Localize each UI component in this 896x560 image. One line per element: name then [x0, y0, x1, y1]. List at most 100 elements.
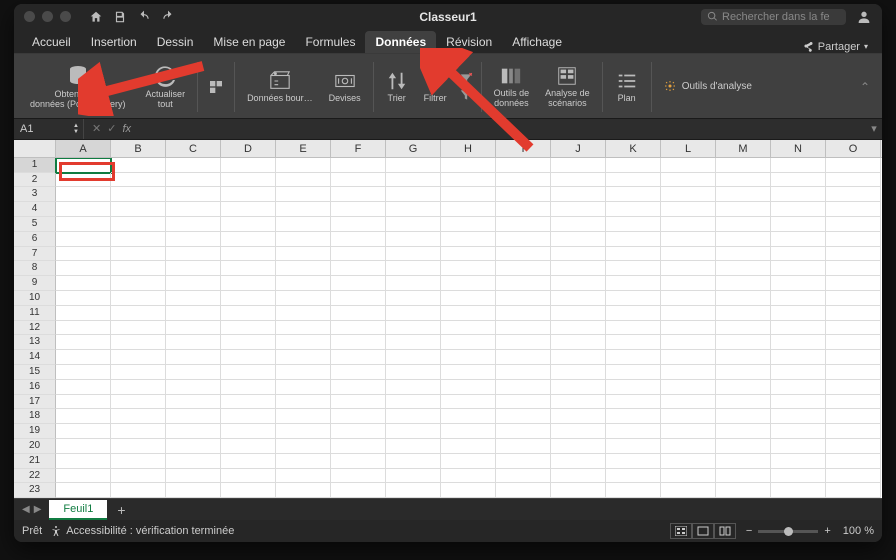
cell[interactable] — [661, 173, 716, 188]
cell[interactable] — [166, 483, 221, 498]
cell[interactable] — [111, 291, 166, 306]
cell[interactable] — [551, 173, 606, 188]
cell[interactable] — [111, 217, 166, 232]
cell[interactable] — [661, 395, 716, 410]
cell[interactable] — [276, 335, 331, 350]
cell[interactable] — [111, 380, 166, 395]
view-normal-icon[interactable] — [670, 523, 692, 539]
cell[interactable] — [331, 291, 386, 306]
cell[interactable] — [716, 187, 771, 202]
currencies-button[interactable]: Devises — [321, 56, 369, 118]
cell[interactable] — [606, 483, 661, 498]
row-header[interactable]: 19 — [14, 424, 56, 439]
cell[interactable] — [496, 424, 551, 439]
cell[interactable] — [441, 247, 496, 262]
cell[interactable] — [826, 454, 881, 469]
redo-icon[interactable] — [161, 10, 175, 24]
cell[interactable] — [661, 187, 716, 202]
cell[interactable] — [386, 173, 441, 188]
cell[interactable] — [551, 217, 606, 232]
cell[interactable] — [496, 306, 551, 321]
cell[interactable] — [111, 439, 166, 454]
cell[interactable] — [221, 380, 276, 395]
column-header[interactable]: H — [441, 140, 496, 157]
cell[interactable] — [221, 454, 276, 469]
cell[interactable] — [276, 173, 331, 188]
tab-accueil[interactable]: Accueil — [22, 31, 81, 53]
cell[interactable] — [716, 232, 771, 247]
cell[interactable] — [386, 395, 441, 410]
cell[interactable] — [166, 173, 221, 188]
cell[interactable] — [441, 306, 496, 321]
cell[interactable] — [276, 483, 331, 498]
cell[interactable] — [826, 202, 881, 217]
cell[interactable] — [826, 187, 881, 202]
cell[interactable] — [111, 247, 166, 262]
cell[interactable] — [441, 276, 496, 291]
cell[interactable] — [661, 202, 716, 217]
view-page-layout-icon[interactable] — [692, 523, 714, 539]
cell[interactable] — [166, 247, 221, 262]
cell[interactable] — [716, 335, 771, 350]
cell[interactable] — [386, 365, 441, 380]
cell[interactable] — [771, 409, 826, 424]
cell[interactable] — [166, 424, 221, 439]
cell[interactable] — [826, 306, 881, 321]
row-header[interactable]: 16 — [14, 380, 56, 395]
cell[interactable] — [386, 483, 441, 498]
cell[interactable] — [606, 350, 661, 365]
cell[interactable] — [716, 261, 771, 276]
cell[interactable] — [551, 439, 606, 454]
cell[interactable] — [111, 173, 166, 188]
cell[interactable] — [661, 291, 716, 306]
cell[interactable] — [386, 409, 441, 424]
row-header[interactable]: 1 — [14, 158, 56, 173]
cell[interactable] — [496, 409, 551, 424]
row-header[interactable]: 8 — [14, 261, 56, 276]
cell[interactable] — [111, 306, 166, 321]
cell[interactable] — [166, 291, 221, 306]
cell[interactable] — [331, 395, 386, 410]
row-header[interactable]: 2 — [14, 173, 56, 188]
cell[interactable] — [771, 395, 826, 410]
cell[interactable] — [111, 454, 166, 469]
get-data-button[interactable]: Obtenir desdonnées (Power Query) — [18, 56, 138, 118]
row-header[interactable]: 15 — [14, 365, 56, 380]
data-tools-button[interactable]: Outils dedonnées — [486, 56, 538, 118]
cell[interactable] — [826, 424, 881, 439]
cell[interactable] — [111, 202, 166, 217]
cell[interactable] — [221, 335, 276, 350]
cell[interactable] — [826, 247, 881, 262]
cell[interactable] — [276, 217, 331, 232]
row-header[interactable]: 11 — [14, 306, 56, 321]
cell[interactable] — [331, 158, 386, 173]
cell[interactable] — [771, 173, 826, 188]
cell[interactable] — [166, 276, 221, 291]
sort-button[interactable]: Trier — [378, 56, 416, 118]
cell[interactable] — [441, 350, 496, 365]
cell[interactable] — [716, 424, 771, 439]
cell[interactable] — [111, 232, 166, 247]
cell[interactable] — [166, 409, 221, 424]
cell[interactable] — [386, 202, 441, 217]
cell[interactable] — [441, 365, 496, 380]
cell[interactable] — [826, 261, 881, 276]
cell[interactable] — [221, 424, 276, 439]
cell[interactable] — [441, 232, 496, 247]
column-header[interactable]: N — [771, 140, 826, 157]
cell[interactable] — [716, 173, 771, 188]
cell[interactable] — [551, 187, 606, 202]
cell[interactable] — [716, 217, 771, 232]
cell[interactable] — [111, 276, 166, 291]
cell[interactable] — [661, 261, 716, 276]
cell[interactable] — [826, 158, 881, 173]
cell[interactable] — [111, 409, 166, 424]
cell[interactable] — [221, 395, 276, 410]
cell[interactable] — [551, 483, 606, 498]
row-header[interactable]: 17 — [14, 395, 56, 410]
cell[interactable] — [606, 187, 661, 202]
cell[interactable] — [661, 380, 716, 395]
collapse-ribbon-icon[interactable]: ⌃ — [860, 56, 878, 118]
cell[interactable] — [661, 306, 716, 321]
cell[interactable] — [551, 261, 606, 276]
